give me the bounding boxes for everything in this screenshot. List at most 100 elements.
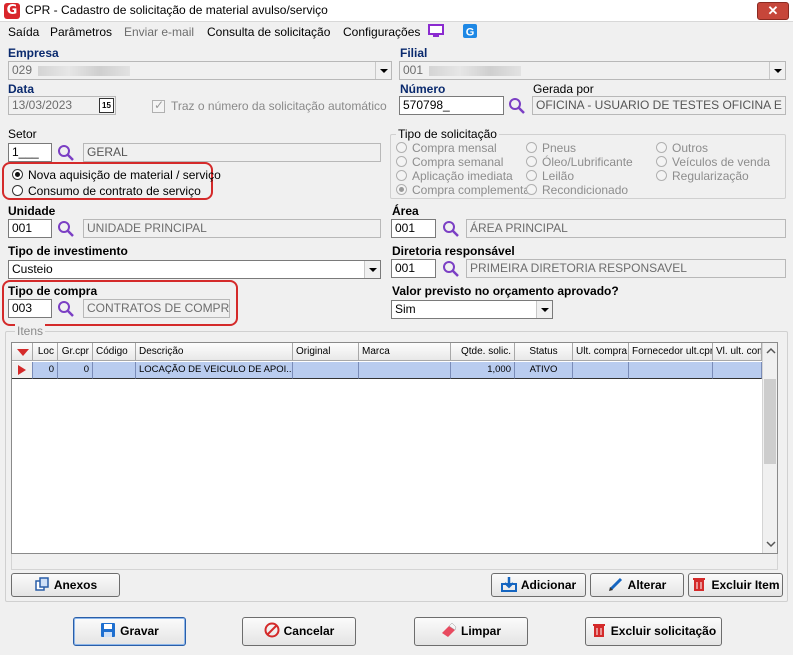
tipo-investimento-select[interactable]: Custeio xyxy=(8,260,381,279)
menu-enviar-email[interactable]: Enviar e-mail xyxy=(124,25,194,39)
column-header-qtde[interactable]: Qtde. solic. xyxy=(451,343,515,361)
app-logo-icon: G xyxy=(4,3,20,19)
radio-oleo-lubrificante[interactable]: Óleo/Lubrificante xyxy=(526,155,633,169)
current-row-arrow-icon xyxy=(18,365,26,375)
menu-configuracoes[interactable]: Configurações xyxy=(343,25,420,39)
scroll-up-icon[interactable] xyxy=(766,347,776,355)
search-icon[interactable] xyxy=(442,220,460,238)
unidade-name-field: UNIDADE PRINCIPAL xyxy=(83,219,381,238)
column-header-vl-ult[interactable]: Vl. ult. com xyxy=(713,343,762,361)
button-label: Anexos xyxy=(53,578,98,592)
menu-consulta-solicitacao[interactable]: Consulta de solicitação xyxy=(207,25,330,39)
chevron-down-icon[interactable] xyxy=(536,301,552,318)
window-title: CPR - Cadastro de solicitação de materia… xyxy=(25,3,328,17)
menu-saida[interactable]: Saída xyxy=(8,25,39,39)
alterar-button[interactable]: Alterar xyxy=(590,573,684,597)
horizontal-scrollbar[interactable] xyxy=(11,554,778,570)
setor-code-input[interactable]: 1___ xyxy=(8,143,52,162)
empresa-select[interactable]: 029 xyxy=(8,61,392,80)
cell-ult-compra xyxy=(573,362,629,379)
radio-regularizacao[interactable]: Regularização xyxy=(656,169,749,183)
limpar-button[interactable]: Limpar xyxy=(414,617,528,646)
filial-value: 001 xyxy=(403,63,424,77)
radio-leilao[interactable]: Leilão xyxy=(526,169,574,183)
scroll-thumb[interactable] xyxy=(764,379,776,464)
close-button[interactable]: ✕ xyxy=(757,2,789,20)
cell-loc: 0 xyxy=(33,362,58,379)
area-name-field: ÁREA PRINCIPAL xyxy=(466,219,786,238)
filial-label: Filial xyxy=(400,46,428,60)
area-code-input[interactable]: 001 xyxy=(391,219,436,238)
monitor-icon[interactable] xyxy=(428,24,444,39)
eraser-icon xyxy=(441,622,457,637)
numero-input[interactable]: 570798_ xyxy=(399,96,504,115)
column-header-grcpr[interactable]: Gr.cpr xyxy=(58,343,93,361)
data-field[interactable]: 13/03/2023 15 xyxy=(8,96,116,115)
search-icon[interactable] xyxy=(57,300,75,318)
cell-vl-ult xyxy=(713,362,762,379)
chevron-down-icon[interactable] xyxy=(364,261,380,278)
chevron-down-icon[interactable] xyxy=(375,62,391,79)
column-header-codigo[interactable]: Código xyxy=(93,343,136,361)
menu-parametros[interactable]: Parâmetros xyxy=(50,25,112,39)
chevron-down-icon[interactable] xyxy=(769,62,785,79)
itens-title: Itens xyxy=(15,324,46,338)
empresa-label: Empresa xyxy=(8,46,59,60)
column-header-indicator[interactable] xyxy=(12,343,33,361)
valor-previsto-select[interactable]: Sim xyxy=(391,300,553,319)
column-header-ult-compra[interactable]: Ult. compra xyxy=(573,343,629,361)
radio-veiculos-venda[interactable]: Veículos de venda xyxy=(656,155,770,169)
column-header-status[interactable]: Status xyxy=(515,343,573,361)
gravar-button[interactable]: Gravar xyxy=(73,617,186,646)
adicionar-button[interactable]: Adicionar xyxy=(491,573,586,597)
radio-nova-aquisicao[interactable]: Nova aquisição de material / serviço xyxy=(12,168,221,182)
column-header-fornecedor[interactable]: Fornecedor ult.cpr xyxy=(629,343,713,361)
radio-compra-semanal[interactable]: Compra semanal xyxy=(396,155,503,169)
excluir-solicitacao-button[interactable]: Excluir solicitação xyxy=(585,617,722,646)
column-header-marca[interactable]: Marca xyxy=(359,343,451,361)
radio-pneus[interactable]: Pneus xyxy=(526,141,576,155)
filial-select[interactable]: 001 xyxy=(399,61,786,80)
diretoria-code-input[interactable]: 001 xyxy=(391,259,436,278)
anexos-button[interactable]: Anexos xyxy=(11,573,120,597)
radio-consumo-contrato[interactable]: Consumo de contrato de serviço xyxy=(12,184,201,198)
radio-dot xyxy=(656,170,667,181)
redacted-text xyxy=(429,65,522,76)
column-header-descricao[interactable]: Descrição xyxy=(136,343,293,361)
radio-outros[interactable]: Outros xyxy=(656,141,708,155)
auto-number-checkbox[interactable] xyxy=(152,98,165,113)
search-icon[interactable] xyxy=(57,144,75,162)
radio-dot xyxy=(396,184,407,195)
area-label: Área xyxy=(392,204,419,218)
calendar-icon[interactable]: 15 xyxy=(99,98,114,113)
button-label: Excluir Item xyxy=(711,578,780,592)
cancel-icon xyxy=(264,622,280,638)
button-label: Limpar xyxy=(460,624,501,638)
radio-compra-mensal[interactable]: Compra mensal xyxy=(396,141,497,155)
setor-name-field: GERAL xyxy=(83,143,381,162)
search-icon[interactable] xyxy=(442,260,460,278)
radio-compra-complementar[interactable]: Compra complementar xyxy=(396,183,534,197)
trash-icon xyxy=(592,624,605,637)
column-header-original[interactable]: Original xyxy=(293,343,359,361)
radio-label: Óleo/Lubrificante xyxy=(542,155,633,169)
cell-status: ATIVO xyxy=(515,362,573,379)
excluir-item-button[interactable]: Excluir Item xyxy=(688,573,783,597)
search-icon[interactable] xyxy=(57,220,75,238)
tipo-compra-code-input[interactable]: 003 xyxy=(8,299,52,318)
radio-recondicionado[interactable]: Recondicionado xyxy=(526,183,628,197)
search-icon[interactable] xyxy=(508,97,526,115)
sort-down-icon xyxy=(17,349,29,356)
unidade-code-input[interactable]: 001 xyxy=(8,219,52,238)
numero-label: Número xyxy=(400,82,446,96)
radio-label: Recondicionado xyxy=(542,183,629,197)
cancelar-button[interactable]: Cancelar xyxy=(242,617,356,646)
radio-aplicacao-imediata[interactable]: Aplicação imediata xyxy=(396,169,513,183)
g-app-icon[interactable]: G xyxy=(462,24,478,39)
scroll-down-icon[interactable] xyxy=(766,540,776,548)
button-label: Alterar xyxy=(627,578,667,592)
tipo-compra-name-field: CONTRATOS DE COMPRA xyxy=(83,299,230,318)
column-header-loc[interactable]: Loc xyxy=(33,343,58,361)
radio-dot xyxy=(526,184,537,195)
radio-label: Consumo de contrato de serviço xyxy=(28,184,201,198)
